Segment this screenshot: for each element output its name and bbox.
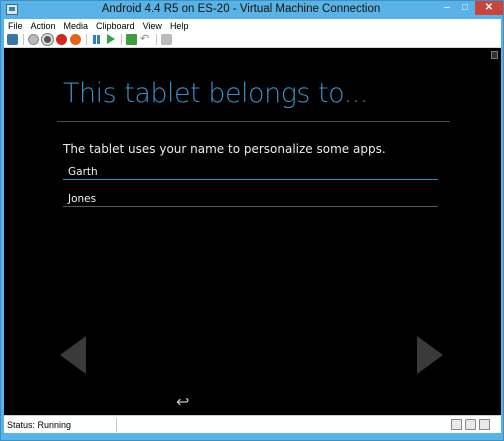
minimize-button[interactable]: – xyxy=(438,1,456,15)
enhanced-session-icon[interactable] xyxy=(479,419,490,430)
toolbar-separator xyxy=(156,34,157,45)
status-divider xyxy=(116,418,117,432)
menu-bar: File Action Media Clipboard View Help xyxy=(4,19,501,32)
first-name-field[interactable]: Garth xyxy=(63,166,438,180)
menu-action[interactable]: Action xyxy=(31,21,56,31)
title-bar[interactable]: Android 4.4 R5 on ES-20 - Virtual Machin… xyxy=(1,1,503,19)
guest-screen[interactable]: This tablet belongs to... The tablet use… xyxy=(4,48,501,415)
turn-off-icon[interactable] xyxy=(42,34,53,45)
heading-divider xyxy=(57,121,450,122)
maximize-button[interactable]: □ xyxy=(456,1,474,15)
previous-arrow-icon[interactable] xyxy=(60,336,86,374)
back-button-icon[interactable]: ↩ xyxy=(176,395,189,411)
vm-connection-window: Android 4.4 R5 on ES-20 - Virtual Machin… xyxy=(0,0,504,441)
shut-down-icon[interactable] xyxy=(56,34,67,45)
window-title: Android 4.4 R5 on ES-20 - Virtual Machin… xyxy=(101,3,381,15)
pause-icon[interactable] xyxy=(91,34,102,45)
menu-view[interactable]: View xyxy=(143,21,162,31)
last-name-field[interactable]: Jones xyxy=(63,193,438,207)
toolbar-separator xyxy=(86,34,87,45)
toolbar: ↶ xyxy=(4,32,501,48)
status-tray xyxy=(451,419,493,430)
next-arrow-icon[interactable] xyxy=(417,336,443,374)
toolbar-separator xyxy=(121,34,122,45)
menu-clipboard[interactable]: Clipboard xyxy=(96,21,135,31)
resume-icon[interactable] xyxy=(105,34,116,45)
toolbar-separator xyxy=(23,34,24,45)
close-button[interactable]: ✕ xyxy=(475,1,503,15)
menu-media[interactable]: Media xyxy=(64,21,89,31)
page-title: This tablet belongs to... xyxy=(63,78,368,109)
keyboard-icon[interactable] xyxy=(451,419,462,430)
page-subtitle: The tablet uses your name to personalize… xyxy=(63,142,386,156)
ctrl-alt-del-icon[interactable] xyxy=(7,34,18,45)
lock-icon[interactable] xyxy=(465,419,476,430)
start-icon[interactable] xyxy=(28,34,39,45)
corner-indicator-icon xyxy=(491,51,498,59)
revert-icon[interactable]: ↶ xyxy=(140,34,151,45)
status-text: Status: Running xyxy=(7,420,72,430)
enhanced-session-icon[interactable] xyxy=(161,34,172,45)
checkpoint-icon[interactable] xyxy=(126,34,137,45)
save-icon[interactable] xyxy=(70,34,81,45)
status-bar: Status: Running xyxy=(4,415,501,433)
menu-file[interactable]: File xyxy=(8,21,23,31)
menu-help[interactable]: Help xyxy=(170,21,189,31)
